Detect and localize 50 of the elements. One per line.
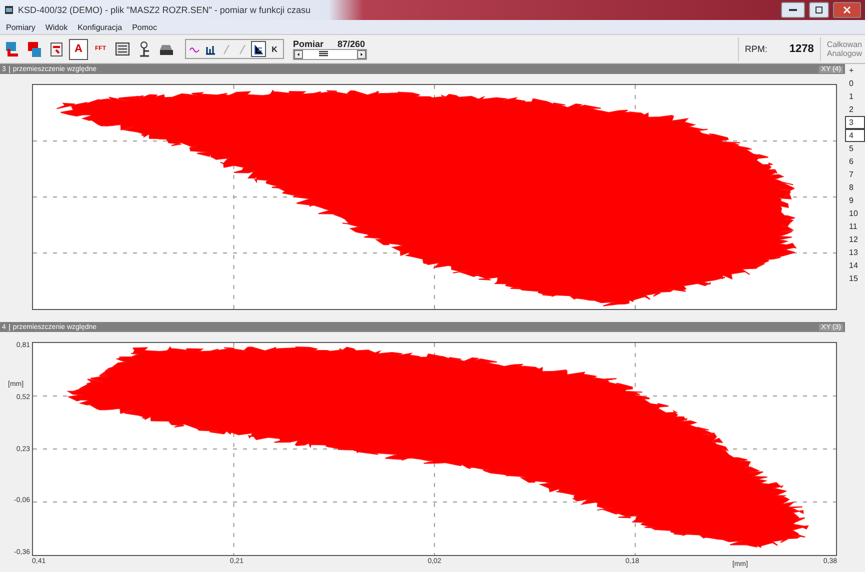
menu-item[interactable]: Pomiary — [6, 22, 36, 32]
measurement-counter: 87/260 — [337, 38, 365, 48]
window-title: KSD-400/32 (DEMO) - plik "MASZ2 ROZR.SEN" - pomiar w funkcji czasu — [18, 5, 312, 15]
channel-item[interactable]: 10 — [845, 207, 865, 220]
channel-item[interactable]: 2 — [845, 103, 865, 116]
channel-item[interactable]: 9 — [845, 194, 865, 207]
bars-icon — [205, 44, 216, 54]
save-icon[interactable] — [27, 40, 42, 58]
menu-item[interactable]: Konfiguracja — [78, 22, 122, 32]
minimize-icon — [789, 8, 797, 12]
mode-label: Całkowan — [826, 40, 862, 49]
channel-item[interactable]: 14 — [845, 259, 865, 272]
channel-item[interactable]: 4 — [845, 129, 865, 142]
close-icon — [843, 6, 851, 14]
channel-item[interactable]: + — [845, 64, 865, 77]
channel-item[interactable]: 6 — [845, 155, 865, 168]
range-icon[interactable] — [49, 40, 64, 58]
channel-item[interactable]: 7 — [845, 168, 865, 181]
lines-icon — [253, 44, 264, 54]
tool-button[interactable]: K — [267, 41, 282, 57]
rpm-value: 1278 — [789, 43, 814, 55]
scroll-left-icon[interactable] — [294, 50, 303, 58]
channel-item[interactable]: 13 — [845, 246, 865, 259]
channel-item[interactable]: 8 — [845, 181, 865, 194]
scale-icon[interactable] — [137, 40, 152, 58]
channel-item[interactable]: 15 — [845, 272, 865, 285]
scroll-right-icon[interactable] — [357, 50, 366, 58]
measurement-label: Pomiar — [293, 38, 324, 48]
tool-button[interactable]: A — [69, 38, 88, 60]
maximize-button[interactable] — [809, 2, 829, 18]
slash-icon — [221, 44, 232, 54]
channel-item[interactable]: 3 — [845, 116, 865, 129]
scroll-thumb[interactable] — [319, 50, 328, 56]
open-icon[interactable] — [5, 40, 20, 58]
close-button[interactable] — [833, 2, 861, 18]
slash-icon — [237, 44, 248, 54]
minimize-button[interactable] — [781, 2, 805, 18]
menu-item[interactable]: Widok — [45, 22, 68, 32]
channel-item[interactable]: 11 — [845, 220, 865, 233]
channel-item[interactable]: 12 — [845, 233, 865, 246]
menu-item[interactable]: Pomoc — [132, 22, 157, 32]
channel-item[interactable]: 1 — [845, 90, 865, 103]
channel-item[interactable]: 0 — [845, 77, 865, 90]
maximize-icon — [815, 6, 823, 14]
screen-icon[interactable] — [115, 40, 130, 58]
channel-item[interactable]: 5 — [845, 142, 865, 155]
rpm-label: RPM: — [744, 44, 768, 54]
app-icon — [4, 5, 14, 15]
measurement-scrollbar[interactable] — [293, 48, 367, 60]
mode-label: Analogow — [826, 49, 862, 58]
